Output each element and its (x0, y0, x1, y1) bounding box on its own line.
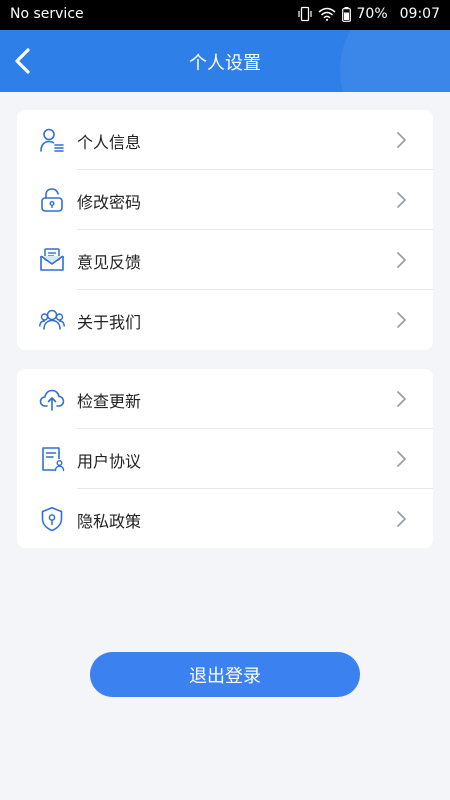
menu-item-label: 意见反馈 (77, 253, 142, 272)
menu-item-check-update[interactable]: 检查更新 (17, 369, 433, 429)
settings-group-1: 个人信息 修改密码 意见反馈 关于我们 (17, 110, 433, 350)
carrier-text: No service (10, 6, 84, 22)
clock: 09:07 (399, 6, 440, 22)
battery-percent: 70% (356, 6, 388, 22)
cloud-upload-icon (39, 389, 65, 411)
chevron-right-icon (397, 312, 406, 328)
shield-icon (41, 507, 63, 532)
menu-item-change-password[interactable]: 修改密码 (17, 170, 433, 230)
settings-group-2: 检查更新 用户协议 隐私政策 (17, 369, 433, 548)
menu-item-feedback[interactable]: 意见反馈 (17, 230, 433, 290)
status-bar: No service 70% 09:07 (0, 0, 450, 30)
page-title: 个人设置 (189, 53, 261, 74)
chevron-right-icon (397, 451, 406, 467)
menu-item-label: 修改密码 (77, 193, 142, 212)
chevron-right-icon (397, 192, 406, 208)
logout-button[interactable]: 退出登录 (90, 652, 360, 697)
chevron-right-icon (397, 391, 406, 407)
app-header: 个人设置 (0, 30, 450, 92)
logout-label: 退出登录 (189, 665, 261, 687)
vibrate-icon (297, 6, 312, 22)
menu-item-label: 关于我们 (77, 313, 142, 332)
menu-item-label: 检查更新 (77, 392, 142, 411)
battery-icon (341, 6, 351, 22)
menu-item-about-us[interactable]: 关于我们 (17, 290, 433, 350)
menu-item-privacy-policy[interactable]: 隐私政策 (17, 489, 433, 548)
wifi-icon (318, 7, 336, 21)
menu-item-label: 个人信息 (77, 133, 142, 152)
lock-icon (41, 188, 63, 212)
user-info-icon (40, 128, 64, 152)
group-users-icon (39, 309, 65, 330)
menu-item-personal-info[interactable]: 个人信息 (17, 110, 433, 170)
chevron-right-icon (397, 252, 406, 268)
menu-item-user-agreement[interactable]: 用户协议 (17, 429, 433, 489)
feedback-mail-icon (40, 248, 64, 271)
menu-item-label: 用户协议 (77, 452, 142, 471)
status-icons: 70% 09:07 (297, 6, 440, 22)
menu-item-label: 隐私政策 (77, 512, 142, 531)
chevron-right-icon (397, 132, 406, 148)
chevron-right-icon (397, 511, 406, 527)
document-user-icon (42, 447, 65, 472)
